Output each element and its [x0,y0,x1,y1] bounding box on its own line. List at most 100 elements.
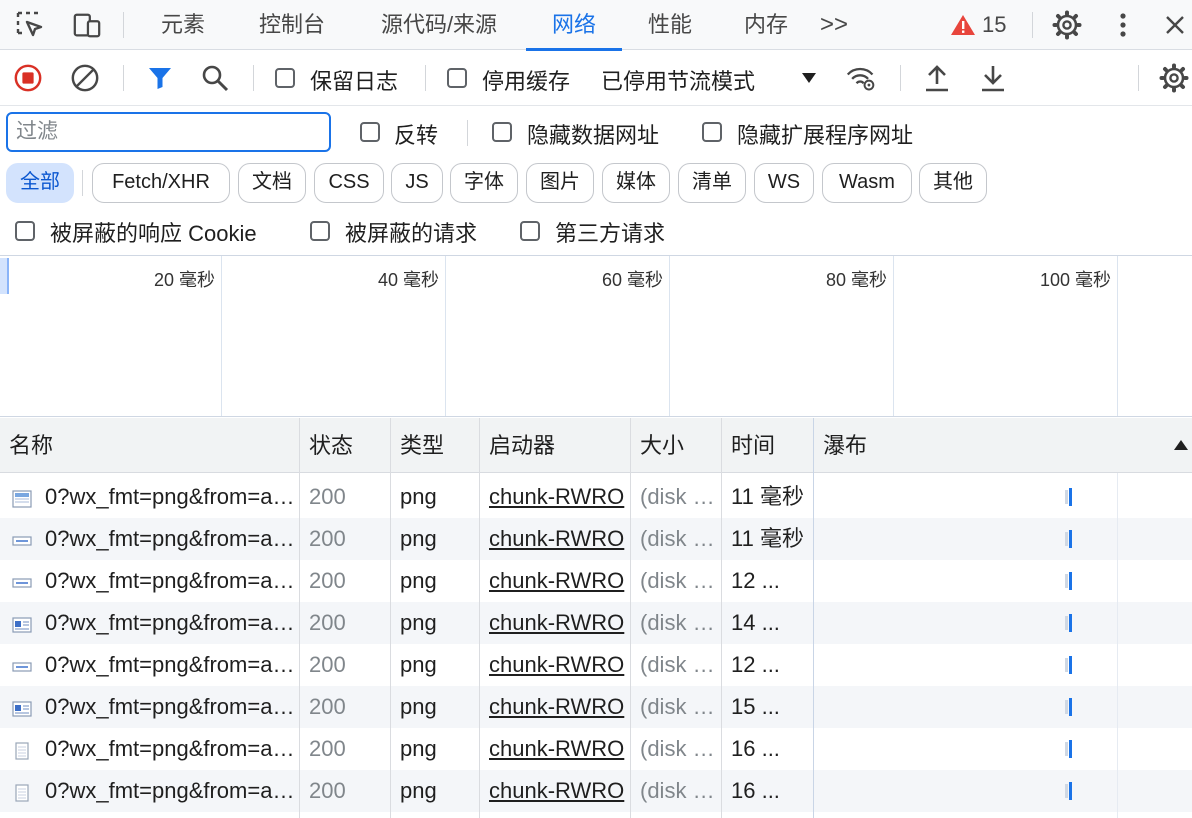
request-name[interactable]: 0?wx_fmt=png&from=appmsg [36,518,298,560]
third-party-checkbox[interactable] [520,221,540,241]
column-header-status[interactable]: 状态 [300,418,391,473]
waterfall-bar[interactable] [1065,488,1072,506]
import-har-upload-icon[interactable] [922,63,952,93]
table-row[interactable]: 0?wx_fmt=png&from=appmsg 200 png chunk-RWRO… [0,518,1192,560]
inspect-element-icon[interactable] [15,10,45,40]
column-header-type[interactable]: 类型 [391,418,480,473]
search-icon[interactable] [200,63,230,93]
request-initiator-link[interactable]: chunk-RWRO [480,560,630,602]
filter-chip-js[interactable]: JS [391,163,443,203]
tab-network[interactable]: 网络 [526,0,622,51]
column-divider[interactable] [299,418,300,818]
chevron-down-icon[interactable] [801,71,817,89]
filter-chip-wasm[interactable]: Wasm [822,163,912,203]
timeline-overview[interactable]: 20 毫秒 40 毫秒 60 毫秒 80 毫秒 100 毫秒 [0,255,1192,417]
invert-checkbox[interactable] [360,122,380,142]
network-conditions-icon[interactable] [846,63,876,93]
overview-gridline [669,256,670,416]
column-divider[interactable] [479,418,480,818]
invert-label: 反转 [394,123,439,148]
preserve-log-checkbox[interactable] [275,68,295,88]
filter-chip-img[interactable]: 图片 [526,163,594,203]
waterfall-bar[interactable] [1065,740,1072,758]
request-name[interactable]: 0?wx_fmt=png&from=appmsg [36,560,298,602]
column-divider[interactable] [721,418,722,818]
request-name[interactable]: 0?wx_fmt=png&from=appmsg [36,476,298,518]
more-options-icon[interactable] [1108,10,1138,40]
column-header-time[interactable]: 时间 [722,418,814,473]
request-name[interactable]: 0?wx_fmt=png&from=appmsg [36,770,298,812]
filter-chip-other[interactable]: 其他 [919,163,987,203]
table-header: 名称 状态 类型 启动器 大小 时间 瀑布 [0,418,1192,473]
waterfall-bar[interactable] [1065,782,1072,800]
request-type: png [400,736,437,761]
waterfall-bar[interactable] [1065,656,1072,674]
more-tabs-button[interactable]: >> [816,0,852,50]
request-initiator-link[interactable]: chunk-RWRO [480,602,630,644]
table-row[interactable]: 0?wx_fmt=png&from=appmsg 200 png chunk-RWRO… [0,560,1192,602]
blocked-requests-checkbox[interactable] [310,221,330,241]
filter-chip-manifest[interactable]: 清单 [678,163,746,203]
column-divider[interactable] [813,418,814,818]
table-row[interactable]: 0?wx_fmt=png&from=appmsg 200 png chunk-RWRO… [0,686,1192,728]
column-divider[interactable] [390,418,391,818]
request-initiator-link[interactable]: chunk-RWRO [480,518,630,560]
export-har-download-icon[interactable] [978,63,1008,93]
column-header-name[interactable]: 名称 [0,418,300,473]
request-time: 16 ... [731,736,780,761]
filter-input[interactable] [6,112,331,152]
tab-performance[interactable]: 性能 [630,0,710,50]
clear-icon[interactable] [70,63,100,93]
warnings-indicator[interactable]: 15 [950,12,1006,37]
request-name[interactable]: 0?wx_fmt=png&from=appmsg [36,728,298,770]
filter-chip-fetch-xhr[interactable]: Fetch/XHR [92,163,230,203]
hide-extension-urls-checkbox[interactable] [702,122,722,142]
waterfall-bar[interactable] [1065,530,1072,548]
request-initiator-link[interactable]: chunk-RWRO [480,728,630,770]
waterfall-bar[interactable] [1065,572,1072,590]
table-row[interactable]: 0?wx_fmt=png&from=appmsg 200 png chunk-RWRO… [0,770,1192,812]
column-header-initiator[interactable]: 启动器 [480,418,631,473]
disable-cache-checkbox[interactable] [447,68,467,88]
request-initiator-link[interactable]: chunk-RWRO [480,644,630,686]
tab-console[interactable]: 控制台 [240,0,344,50]
table-row[interactable]: 0?wx_fmt=png&from=appmsg 200 png chunk-RWRO… [0,602,1192,644]
close-icon[interactable] [1160,10,1190,40]
request-name[interactable]: 0?wx_fmt=png&from=appmsg [36,602,298,644]
filter-chip-media[interactable]: 媒体 [602,163,670,203]
filter-chip-font[interactable]: 字体 [450,163,518,203]
request-initiator-link[interactable]: chunk-RWRO [480,476,630,518]
waterfall-bar[interactable] [1065,614,1072,632]
table-row[interactable]: 0?wx_fmt=png&from=appmsg 200 png chunk-RWRO… [0,728,1192,770]
sort-ascending-icon[interactable] [1173,438,1189,456]
request-name[interactable]: 0?wx_fmt=png&from=appmsg [36,644,298,686]
column-header-size[interactable]: 大小 [631,418,722,473]
overview-tick-label: 40 毫秒 [377,270,439,290]
request-initiator-link[interactable]: chunk-RWRO [480,686,630,728]
column-divider[interactable] [630,418,631,818]
waterfall-bar[interactable] [1065,698,1072,716]
filter-chip-doc[interactable]: 文档 [238,163,306,203]
device-toolbar-icon[interactable] [72,10,102,40]
table-row[interactable]: 0?wx_fmt=png&from=appmsg 200 png chunk-RWRO… [0,644,1192,686]
hide-data-urls-checkbox[interactable] [492,122,512,142]
network-settings-gear-icon[interactable] [1159,63,1189,93]
divider [425,65,426,91]
filter-funnel-icon[interactable] [145,63,175,93]
blocked-cookies-checkbox[interactable] [15,221,35,241]
tab-memory[interactable]: 内存 [726,0,806,50]
filter-chip-ws[interactable]: WS [754,163,814,203]
record-stop-icon[interactable] [13,63,43,93]
throttling-select[interactable]: 已停用节流模式 [601,64,755,96]
table-row[interactable]: 0?wx_fmt=png&from=appmsg 200 png chunk-RWRO… [0,476,1192,518]
request-name[interactable]: 0?wx_fmt=png&from=appmsg [36,686,298,728]
filter-chip-css[interactable]: CSS [314,163,384,203]
filter-chip-all[interactable]: 全部 [6,163,74,203]
settings-gear-icon[interactable] [1052,10,1082,40]
image-file-icon [12,614,32,633]
request-initiator-link[interactable]: chunk-RWRO [480,770,630,812]
tab-elements[interactable]: 元素 [142,0,224,50]
tab-sources[interactable]: 源代码/来源 [360,0,518,50]
column-header-waterfall[interactable]: 瀑布 [814,418,1144,473]
overview-range-handle[interactable] [0,258,9,294]
